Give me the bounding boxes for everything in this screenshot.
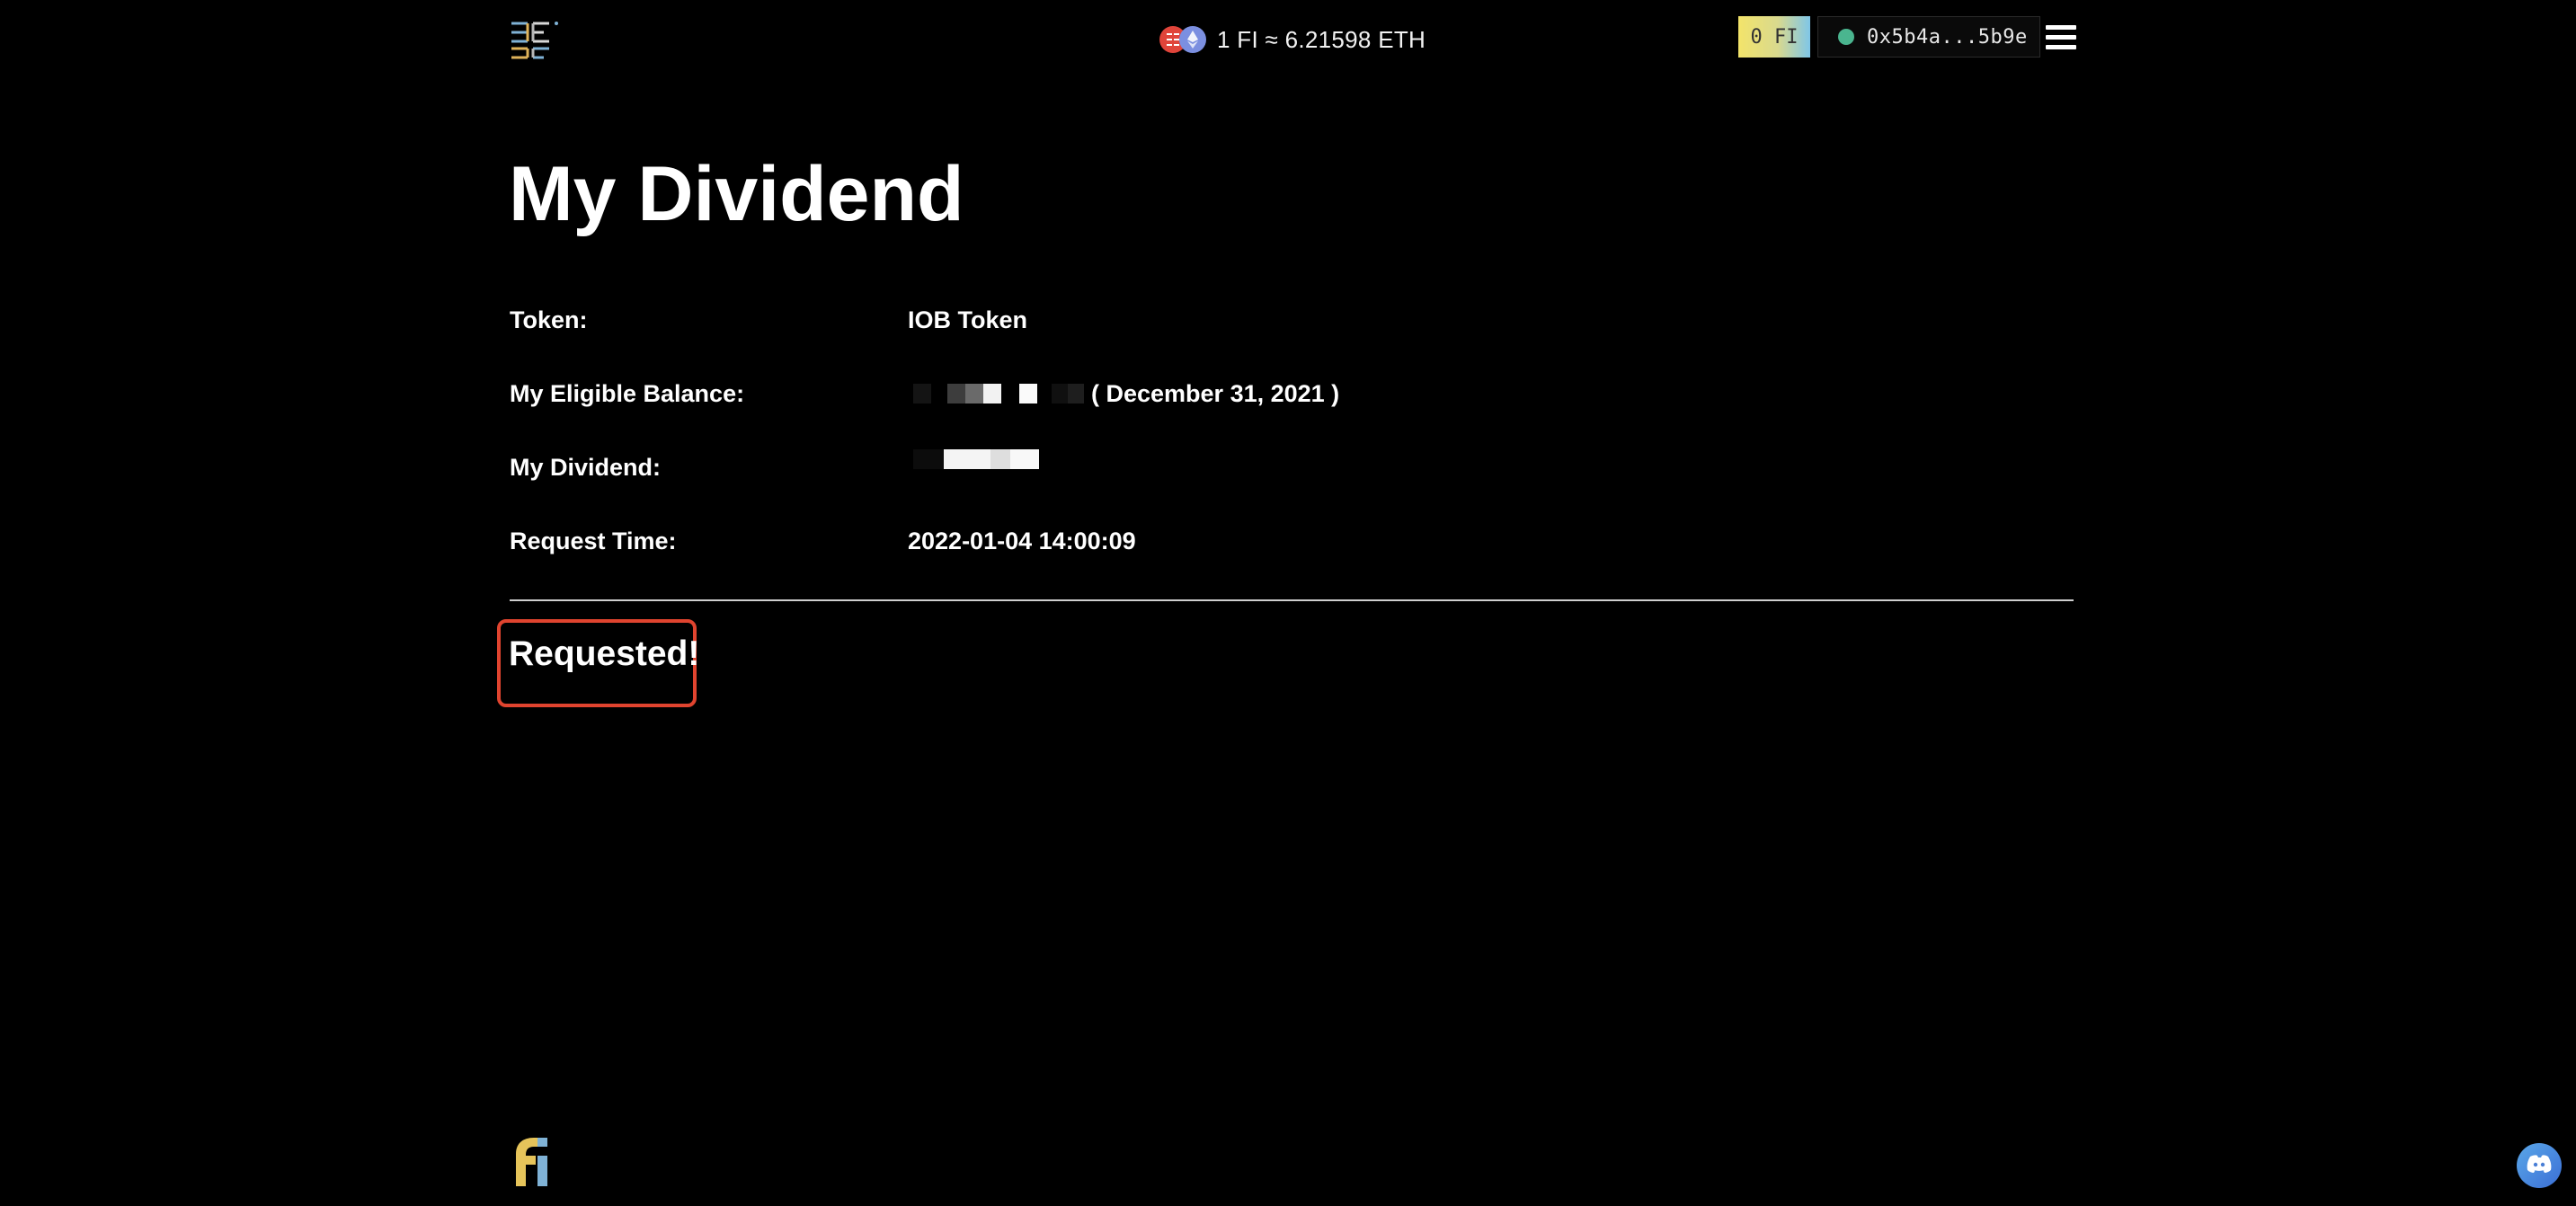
discord-chat-button[interactable] bbox=[2517, 1143, 2562, 1188]
menu-line bbox=[2046, 45, 2076, 49]
info-row-request-time: Request Time: 2022-01-04 14:00:09 bbox=[510, 523, 2074, 559]
eth-coin-icon bbox=[1179, 26, 1206, 53]
menu-line bbox=[2046, 25, 2076, 30]
token-value: IOB Token bbox=[908, 302, 1027, 338]
request-time-text: 2022-01-04 14:00:09 bbox=[908, 528, 1136, 554]
redacted-balance bbox=[908, 384, 1084, 403]
wallet-status-dot-icon bbox=[1838, 29, 1854, 45]
menu-line bbox=[2046, 35, 2076, 40]
page: 1 FI ≈ 6.21598 ETH 0 FI 0x5b4a...5b9e My… bbox=[0, 0, 2576, 1206]
hamburger-menu-icon[interactable] bbox=[2046, 25, 2076, 54]
eligible-balance-label: My Eligible Balance: bbox=[510, 380, 745, 407]
divider bbox=[510, 599, 2074, 601]
page-title: My Dividend bbox=[509, 151, 964, 237]
wallet-address-button[interactable]: 0x5b4a...5b9e bbox=[1817, 16, 2040, 58]
rate-coins bbox=[1159, 24, 1210, 55]
exchange-rate: 1 FI ≈ 6.21598 ETH bbox=[1159, 22, 1426, 58]
rate-text: 1 FI ≈ 6.21598 ETH bbox=[1217, 25, 1426, 53]
token-value-text: IOB Token bbox=[908, 306, 1028, 333]
request-time-value: 2022-01-04 14:00:09 bbox=[908, 523, 1136, 559]
info-row-eligible-balance: My Eligible Balance: ( December 31, 2021… bbox=[510, 376, 2074, 412]
brand-logo-icon[interactable] bbox=[510, 20, 560, 65]
my-dividend-label: My Dividend: bbox=[510, 454, 662, 481]
request-time-label: Request Time: bbox=[510, 528, 677, 554]
info-row-token: Token: IOB Token bbox=[510, 302, 2074, 338]
eligible-balance-date: ( December 31, 2021 ) bbox=[1091, 380, 1340, 407]
fi-balance-badge[interactable]: 0 FI bbox=[1738, 16, 1810, 58]
wallet-address: 0x5b4a...5b9e bbox=[1867, 25, 2028, 49]
info-row-my-dividend: My Dividend: bbox=[510, 449, 2074, 485]
discord-icon bbox=[2527, 1154, 2552, 1178]
request-status: Requested! bbox=[509, 634, 700, 673]
my-dividend-value bbox=[908, 449, 1039, 469]
eligible-balance-value: ( December 31, 2021 ) bbox=[908, 376, 1339, 412]
fi-footer-logo-icon[interactable] bbox=[511, 1134, 554, 1188]
token-label: Token: bbox=[510, 306, 588, 333]
redacted-dividend bbox=[908, 449, 1039, 469]
